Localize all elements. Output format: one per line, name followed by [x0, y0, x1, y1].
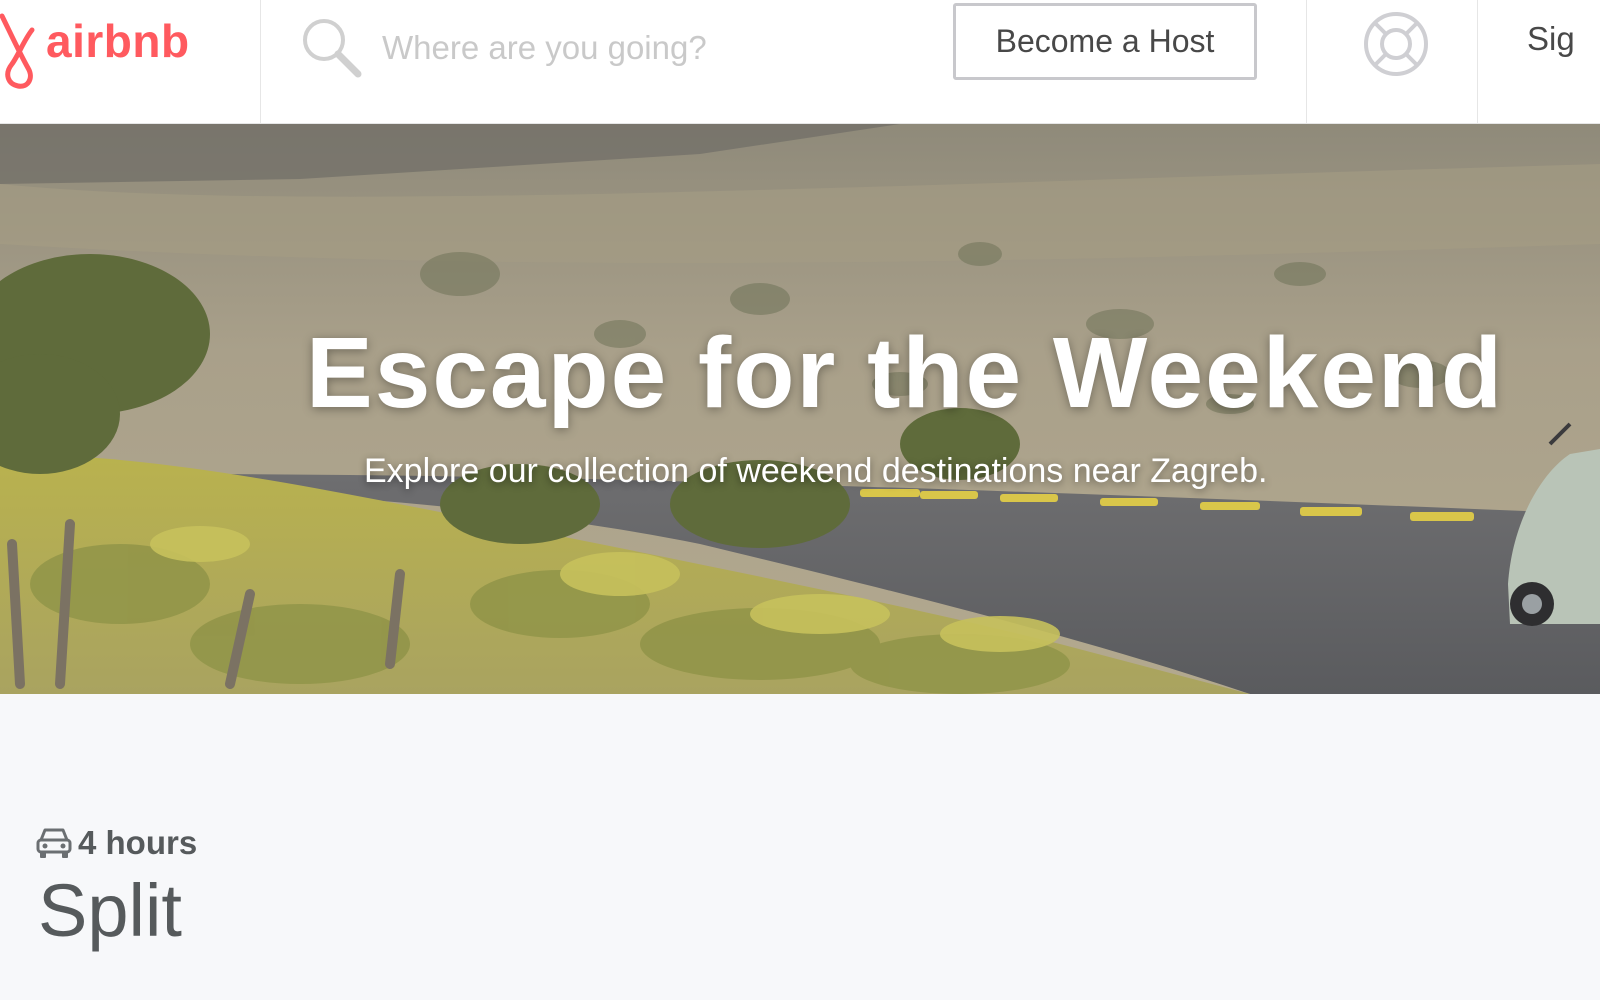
- hero-banner: Escape for the Weekend Explore our colle…: [0, 124, 1600, 694]
- header-divider: [1477, 0, 1478, 124]
- airbnb-logo-icon: [0, 13, 35, 89]
- search-input[interactable]: [382, 26, 902, 70]
- search-icon: [303, 19, 362, 78]
- top-nav-bar: airbnb Become a Host Sig: [0, 0, 1600, 124]
- header-divider: [260, 0, 261, 124]
- become-a-host-button[interactable]: Become a Host: [953, 3, 1257, 80]
- destinations-section: 4 hours Split: [0, 694, 1600, 1000]
- sign-in-link[interactable]: Sig: [1527, 20, 1575, 58]
- hero-subtitle: Explore our collection of weekend destin…: [364, 452, 1268, 490]
- search-bar[interactable]: [300, 12, 920, 84]
- travel-duration: 4 hours: [36, 824, 197, 862]
- destination-name-link[interactable]: Split: [38, 868, 182, 953]
- hero-title: Escape for the Weekend: [306, 317, 1505, 429]
- header-divider: [1306, 0, 1307, 124]
- duration-label: 4 hours: [78, 824, 198, 861]
- lifebuoy-help-icon[interactable]: [1362, 10, 1430, 78]
- airbnb-logo-link[interactable]: airbnb: [0, 0, 266, 124]
- brand-name: airbnb: [46, 15, 190, 67]
- car-icon: [36, 828, 72, 858]
